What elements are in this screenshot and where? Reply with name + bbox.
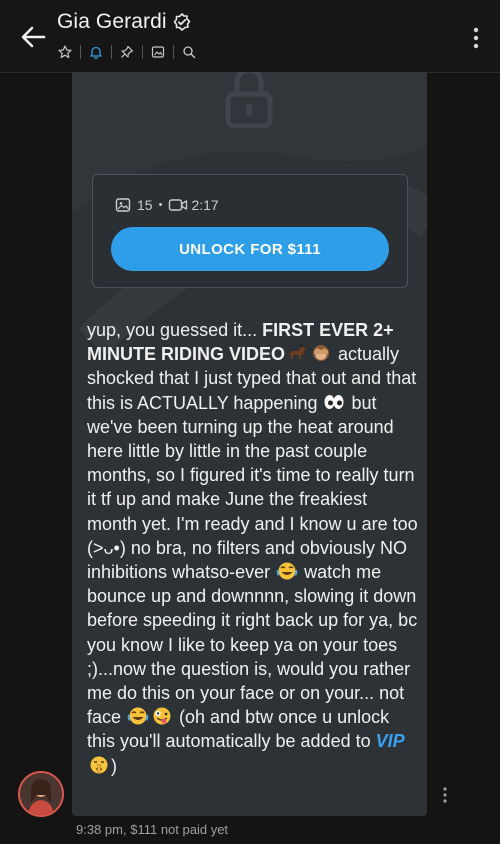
divider — [142, 45, 143, 59]
message-meta: 9:38 pm, $111 not paid yet — [76, 822, 228, 837]
payment-status: $111 not paid yet — [130, 822, 229, 837]
divider — [111, 45, 112, 59]
message-time: 9:38 pm, — [76, 822, 127, 837]
tears-of-joy-emoji-icon — [127, 706, 149, 726]
pin-icon[interactable] — [119, 44, 135, 60]
divider — [173, 45, 174, 59]
star-icon[interactable] — [57, 44, 73, 60]
unlock-button[interactable]: UNLOCK FOR $111 — [111, 227, 389, 271]
text-segment: but we've been turning up the heat aroun… — [87, 392, 418, 583]
separator-dot: • — [158, 199, 163, 211]
chat-header: Gia Gerardi — [0, 0, 500, 73]
more-options-icon[interactable] — [472, 26, 480, 50]
text-segment: yup, you guessed it... — [87, 320, 263, 340]
title-row: Gia Gerardi — [57, 10, 191, 34]
zany-face-emoji-icon — [151, 706, 173, 726]
tears-of-joy-emoji-icon — [276, 561, 298, 581]
verified-icon — [173, 13, 190, 31]
search-icon[interactable] — [181, 44, 197, 60]
shushing-face-emoji-icon — [88, 755, 110, 775]
horse-emoji-icon — [286, 343, 308, 363]
image-icon[interactable] — [150, 44, 166, 60]
divider — [80, 45, 81, 59]
eyes-emoji-icon — [323, 392, 345, 412]
header-actions — [57, 44, 197, 60]
photo-count: 15 — [137, 197, 153, 213]
video-duration: 2:17 — [191, 197, 219, 213]
see-no-evil-monkey-emoji-icon — [310, 343, 332, 363]
message-bubble: 15 • 2:17 UNLOCK FOR $111 yup, you guess… — [72, 72, 427, 816]
media-stats: 15 • 2:17 — [115, 197, 219, 213]
text-segment: ) — [111, 755, 117, 776]
avatar[interactable] — [18, 771, 64, 817]
message-options-icon[interactable] — [442, 786, 448, 804]
bell-icon[interactable] — [88, 44, 104, 60]
vip-link[interactable]: VIP — [376, 731, 405, 751]
text-segment: watch me bounce up and downnnn, slowing … — [87, 562, 418, 728]
message-text: yup, you guessed it... FIRST EVER 2+ MIN… — [87, 318, 421, 778]
page-title[interactable]: Gia Gerardi — [57, 10, 167, 34]
lock-icon — [225, 72, 273, 128]
photo-icon — [115, 198, 131, 212]
media-card: 15 • 2:17 UNLOCK FOR $111 — [92, 174, 408, 288]
back-arrow-icon[interactable] — [18, 22, 48, 52]
video-icon — [169, 199, 188, 211]
